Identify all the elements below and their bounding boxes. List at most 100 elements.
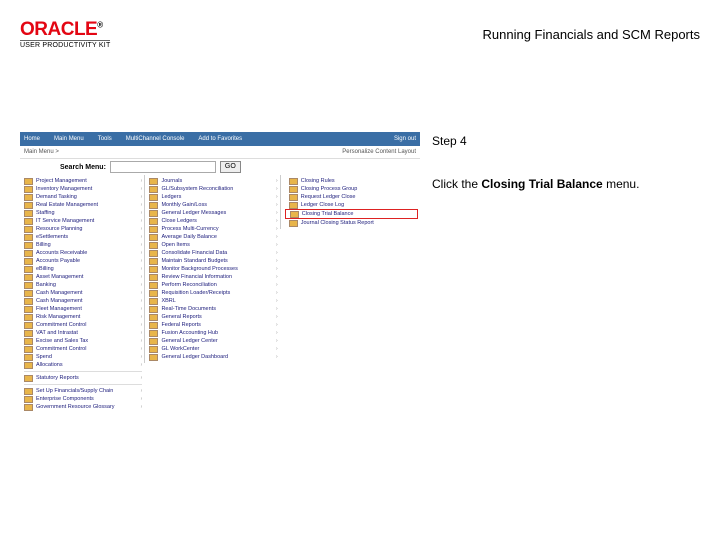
- folder-icon: [289, 186, 298, 193]
- menu-item[interactable]: Allocations›: [24, 361, 142, 369]
- menu-item[interactable]: Commitment Control›: [24, 345, 142, 353]
- chevron-right-icon: ›: [274, 337, 278, 345]
- folder-icon: [149, 354, 158, 361]
- menu-item[interactable]: General Reports›: [149, 313, 277, 321]
- menu-item[interactable]: Monitor Background Processes›: [149, 265, 277, 273]
- menu-item[interactable]: Statutory Reports›: [24, 374, 142, 382]
- folder-icon: [149, 178, 158, 185]
- menu-item[interactable]: General Ledger Messages ›: [149, 209, 277, 217]
- menu-col-1: Project Management›Inventory Management›…: [20, 175, 144, 413]
- menu-item[interactable]: Accounts Payable›: [24, 257, 142, 265]
- menu-item[interactable]: General Ledger Dashboard›: [149, 353, 277, 361]
- menu-item[interactable]: IT Service Management›: [24, 217, 142, 225]
- menu-item[interactable]: GL WorkCenter›: [149, 345, 277, 353]
- menu-item[interactable]: Journal Closing Status Report: [285, 219, 418, 227]
- folder-icon: [24, 306, 33, 313]
- menu-item[interactable]: Billing›: [24, 241, 142, 249]
- menu-item[interactable]: General Ledger Center ›: [149, 337, 277, 345]
- chevron-right-icon: ›: [274, 193, 278, 201]
- menu-item-label: Request Ledger Close: [301, 193, 356, 201]
- menu-item-label: Process Multi-Currency: [161, 225, 218, 233]
- menu-item[interactable]: eSettlements›: [24, 233, 142, 241]
- menu-item-label: General Ledger Center: [161, 337, 217, 345]
- folder-icon: [149, 330, 158, 337]
- menu-item[interactable]: Commitment Control›: [24, 321, 142, 329]
- menu-item-label: General Ledger Messages: [161, 209, 226, 217]
- folder-icon: [149, 290, 158, 297]
- menu-item[interactable]: Real Estate Management›: [24, 201, 142, 209]
- menu-item[interactable]: Fusion Accounting Hub›: [149, 329, 277, 337]
- nav-tools[interactable]: Tools: [98, 136, 112, 142]
- menu-item[interactable]: Project Management›: [24, 177, 142, 185]
- chevron-right-icon: ›: [274, 209, 278, 217]
- menu-item[interactable]: Government Resource Glossary›: [24, 403, 142, 411]
- search-input[interactable]: [110, 161, 216, 173]
- chevron-right-icon: ›: [274, 177, 278, 185]
- menu-item[interactable]: Journals›: [149, 177, 277, 185]
- folder-icon: [149, 186, 158, 193]
- menu-item[interactable]: Staffing›: [24, 209, 142, 217]
- step-label: Step 4: [432, 132, 639, 151]
- menu-item-label: Federal Reports: [161, 321, 200, 329]
- menu-item[interactable]: Closing Rules: [285, 177, 418, 185]
- menu-item[interactable]: Monthly Gain/Loss›: [149, 201, 277, 209]
- menu-item[interactable]: Real-Time Documents›: [149, 305, 277, 313]
- menu-item-label: General Reports: [161, 313, 201, 321]
- menu-item[interactable]: Set Up Financials/Supply Chain›: [24, 387, 142, 395]
- menu-item[interactable]: GL/Subsystem Reconciliation›: [149, 185, 277, 193]
- menu-item[interactable]: Review Financial Information›: [149, 273, 277, 281]
- folder-icon: [289, 194, 298, 201]
- menu-item[interactable]: Process Multi-Currency›: [149, 225, 277, 233]
- search-go-button[interactable]: GO: [220, 161, 241, 173]
- menu-item[interactable]: Demand Tasking›: [24, 193, 142, 201]
- menu-item[interactable]: Perform Reconciliation›: [149, 281, 277, 289]
- folder-icon: [24, 396, 33, 403]
- menu-item[interactable]: Enterprise Components›: [24, 395, 142, 403]
- menu-item[interactable]: Open Items›: [149, 241, 277, 249]
- menu-item-label: Banking: [36, 281, 56, 289]
- menu-item[interactable]: Spend›: [24, 353, 142, 361]
- menu-item-label: Monitor Background Processes: [161, 265, 237, 273]
- menu-item[interactable]: Fleet Management›: [24, 305, 142, 313]
- chevron-right-icon: ›: [274, 241, 278, 249]
- instruction-panel: Step 4 Click the Closing Trial Balance m…: [432, 132, 639, 194]
- nav-main-menu[interactable]: Main Menu: [54, 136, 84, 142]
- menu-item[interactable]: Asset Management›: [24, 273, 142, 281]
- nav-signout[interactable]: Sign out: [394, 136, 416, 142]
- menu-item[interactable]: Ledger Close Log: [285, 201, 418, 209]
- nav-home[interactable]: Home: [24, 136, 40, 142]
- menu-item-label: Fleet Management: [36, 305, 82, 313]
- menu-item[interactable]: Ledgers›: [149, 193, 277, 201]
- menu-item[interactable]: Federal Reports›: [149, 321, 277, 329]
- menu-item[interactable]: Excise and Sales Tax›: [24, 337, 142, 345]
- menu-item[interactable]: Inventory Management›: [24, 185, 142, 193]
- menu-item[interactable]: Consolidate Financial Data›: [149, 249, 277, 257]
- menu-item[interactable]: Average Daily Balance›: [149, 233, 277, 241]
- menu-item[interactable]: Close Ledgers›: [149, 217, 277, 225]
- menu-item[interactable]: Closing Trial Balance: [285, 209, 418, 219]
- menu-item-label: Billing: [36, 241, 51, 249]
- menu-item[interactable]: eBilling›: [24, 265, 142, 273]
- page-title: Running Financials and SCM Reports: [483, 27, 701, 42]
- folder-icon: [24, 338, 33, 345]
- menu-item[interactable]: Risk Management›: [24, 313, 142, 321]
- nav-mcc[interactable]: MultiChannel Console: [126, 136, 185, 142]
- menu-item[interactable]: Accounts Receivable›: [24, 249, 142, 257]
- menu-item-label: Closing Trial Balance: [302, 210, 354, 218]
- menu-item[interactable]: Cash Management›: [24, 297, 142, 305]
- folder-icon: [24, 375, 33, 382]
- menu-item[interactable]: VAT and Intrastat›: [24, 329, 142, 337]
- menu-item-label: Cash Management: [36, 289, 82, 297]
- menu-item-label: Real Estate Management: [36, 201, 98, 209]
- menu-item[interactable]: XBRL›: [149, 297, 277, 305]
- menu-item[interactable]: Maintain Standard Budgets›: [149, 257, 277, 265]
- crumb-personalize[interactable]: Personalize Content Layout: [342, 149, 416, 155]
- menu-item[interactable]: Requisition Loader/Receipts›: [149, 289, 277, 297]
- menu-item[interactable]: Resource Planning›: [24, 225, 142, 233]
- menu-item[interactable]: Closing Process Group: [285, 185, 418, 193]
- menu-item[interactable]: Request Ledger Close: [285, 193, 418, 201]
- nav-fav[interactable]: Add to Favorites: [198, 136, 242, 142]
- folder-icon: [24, 274, 33, 281]
- menu-item[interactable]: Banking›: [24, 281, 142, 289]
- menu-item[interactable]: Cash Management›: [24, 289, 142, 297]
